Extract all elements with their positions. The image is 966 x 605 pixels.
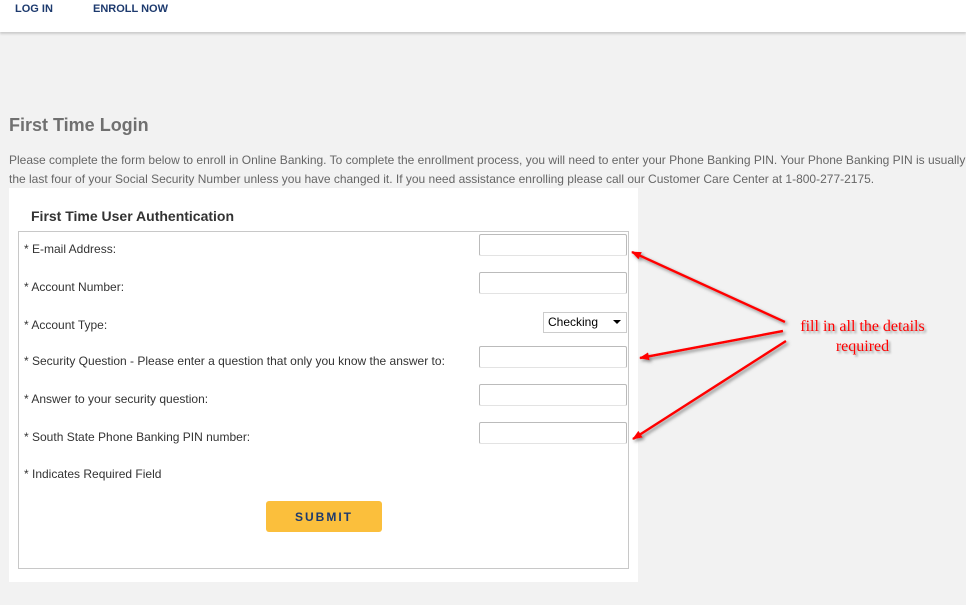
annotation-line-2: required — [835, 338, 890, 355]
annotation-line-1: fill in all the details — [800, 318, 925, 335]
annotation-arrows — [631, 250, 787, 441]
arrow-to-email — [631, 250, 786, 324]
annotation-text: fill in all the details required — [770, 317, 955, 357]
arrow-to-security-question — [639, 329, 784, 361]
